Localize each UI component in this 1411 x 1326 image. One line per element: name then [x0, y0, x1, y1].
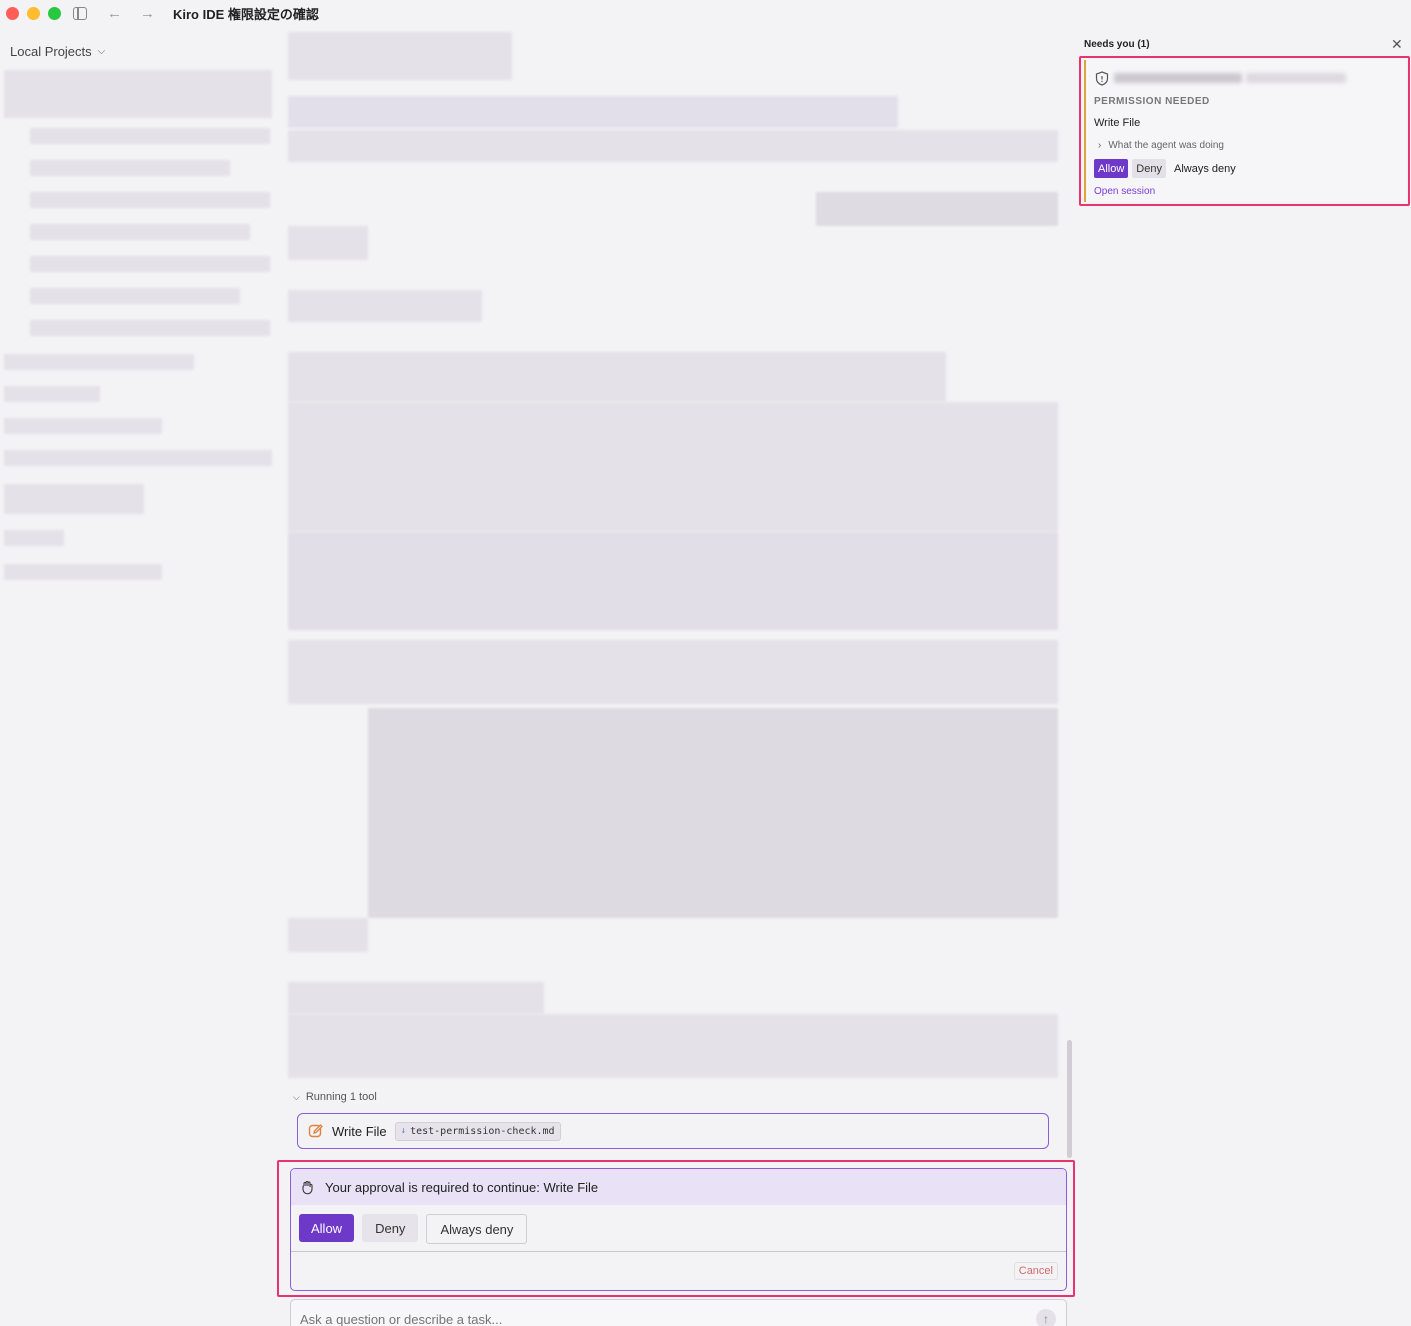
- send-arrow-icon[interactable]: ↑: [1036, 1309, 1056, 1326]
- hand-icon: [302, 1180, 313, 1194]
- chevron-down-icon: ⌵: [293, 1091, 300, 1102]
- project-item-blurred[interactable]: [30, 160, 230, 176]
- shield-icon: [1095, 71, 1109, 86]
- file-chip-label: test-permission-check.md: [410, 1125, 555, 1137]
- needs-you-title: Needs you (1): [1084, 39, 1150, 50]
- tool-name: Write File: [332, 1123, 387, 1139]
- permission-label: PERMISSION NEEDED: [1094, 96, 1210, 107]
- permission-buttons: Allow Deny Always deny: [1094, 159, 1240, 178]
- message-blurred: [288, 918, 368, 952]
- what-doing-toggle[interactable]: › What the agent was doing: [1098, 140, 1224, 151]
- approval-buttons: Allow Deny Always deny: [291, 1205, 1066, 1253]
- permission-tool-name: Write File: [1094, 117, 1141, 129]
- running-tools-label: Running 1 tool: [305, 1091, 377, 1103]
- panel-always-deny-button[interactable]: Always deny: [1170, 159, 1240, 178]
- close-icon[interactable]: ✕: [1391, 36, 1403, 53]
- minimize-window-button[interactable]: [27, 6, 40, 20]
- panel-deny-button[interactable]: Deny: [1132, 159, 1166, 178]
- message-blurred: [288, 640, 1058, 704]
- message-blurred: [288, 352, 946, 402]
- needs-you-panel: [1075, 30, 1411, 1326]
- project-item-blurred[interactable]: [4, 450, 272, 466]
- project-item-blurred[interactable]: [4, 530, 64, 546]
- message-blurred: [288, 1014, 1058, 1078]
- deny-button[interactable]: Deny: [362, 1214, 419, 1242]
- open-session-link[interactable]: Open session: [1094, 186, 1155, 197]
- message-blurred: [288, 32, 512, 80]
- file-chip[interactable]: ↓ test-permission-check.md: [394, 1121, 561, 1141]
- edit-file-icon: [308, 1124, 323, 1138]
- window-title: Kiro IDE 権限設定の確認: [173, 6, 319, 22]
- project-item-blurred[interactable]: [4, 484, 144, 514]
- project-item-blurred[interactable]: [4, 70, 272, 118]
- message-blurred: [288, 96, 898, 128]
- message-blurred: [288, 226, 368, 260]
- project-item-blurred[interactable]: [30, 224, 250, 240]
- project-item-blurred[interactable]: [30, 128, 270, 144]
- chat-input[interactable]: [290, 1299, 1067, 1326]
- back-arrow-icon[interactable]: ←: [107, 5, 122, 22]
- project-item-blurred[interactable]: [4, 418, 162, 434]
- message-blurred: [288, 982, 544, 1014]
- chevron-down-icon: ⌵: [97, 46, 106, 57]
- code-block-blurred: [288, 402, 1058, 532]
- approval-message: Your approval is required to continue: W…: [325, 1179, 599, 1195]
- message-blurred: [288, 130, 1058, 162]
- message-blurred: [288, 290, 482, 322]
- always-deny-button[interactable]: Always deny: [426, 1214, 528, 1244]
- cancel-button[interactable]: Cancel: [1013, 1262, 1058, 1280]
- project-item-blurred[interactable]: [4, 386, 100, 402]
- sidebar: Local Projects ⌵: [0, 30, 276, 1326]
- chat-scrollbar[interactable]: [1067, 1040, 1072, 1158]
- approval-card: Your approval is required to continue: W…: [290, 1168, 1067, 1291]
- running-tools-toggle[interactable]: ⌵ Running 1 tool: [293, 1091, 377, 1103]
- quote-block-blurred: [368, 708, 1058, 918]
- tool-call-row[interactable]: Write File ↓ test-permission-check.md: [297, 1113, 1049, 1149]
- divider: [291, 1251, 1066, 1252]
- title-bar: ← → Kiro IDE 権限設定の確認: [0, 0, 1075, 26]
- chevron-right-icon: ›: [1098, 140, 1102, 151]
- allow-button[interactable]: Allow: [299, 1214, 355, 1242]
- project-item-blurred[interactable]: [4, 564, 162, 580]
- close-window-button[interactable]: [6, 6, 19, 20]
- project-item-blurred[interactable]: [30, 192, 270, 208]
- project-item-blurred[interactable]: [30, 320, 270, 336]
- message-blurred: [816, 192, 1058, 226]
- maximize-window-button[interactable]: [48, 6, 61, 20]
- what-doing-label: What the agent was doing: [1108, 140, 1224, 151]
- project-item-blurred[interactable]: [30, 256, 270, 272]
- panel-allow-button[interactable]: Allow: [1094, 159, 1129, 178]
- session-name-blurred: [1246, 73, 1346, 83]
- markdown-file-icon: ↓: [400, 1126, 407, 1136]
- sidebar-toggle-icon[interactable]: [73, 6, 87, 20]
- approval-header: Your approval is required to continue: W…: [291, 1169, 1066, 1205]
- project-item-blurred[interactable]: [4, 354, 194, 370]
- projects-dropdown-label: Local Projects: [10, 44, 92, 59]
- message-blurred: [288, 532, 1058, 630]
- project-item-blurred[interactable]: [30, 288, 240, 304]
- session-name-blurred: [1114, 73, 1242, 83]
- forward-arrow-icon[interactable]: →: [140, 5, 155, 22]
- projects-dropdown[interactable]: Local Projects ⌵: [10, 44, 105, 59]
